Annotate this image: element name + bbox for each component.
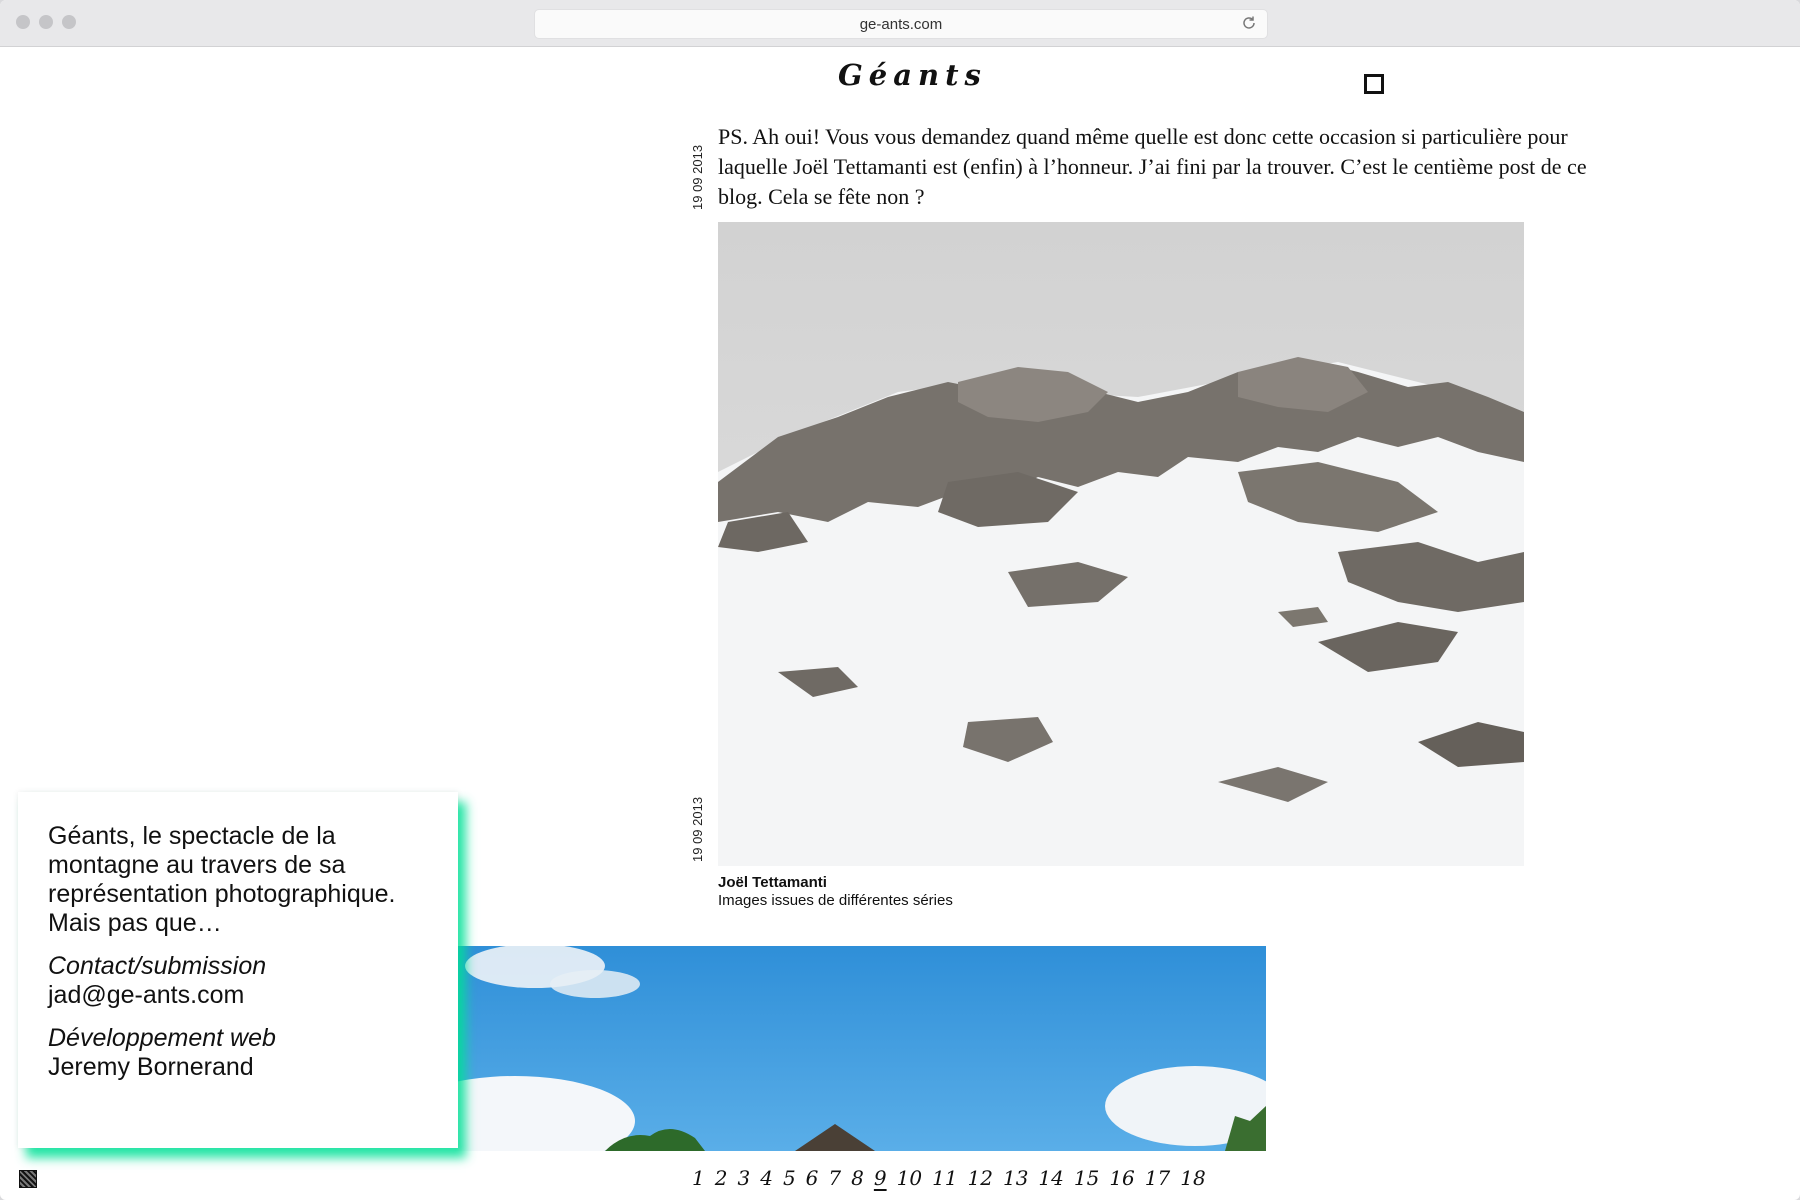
reload-icon[interactable] [1241,15,1257,31]
browser-toolbar: ge-ants.com [0,0,1800,47]
page-link-17[interactable]: 17 [1143,1166,1172,1190]
address-bar[interactable]: ge-ants.com [534,9,1268,39]
browser-window: ge-ants.com Géants 19 09 2013 PS. Ah oui… [0,0,1800,1200]
dev-block: Développement web Jeremy Bornerand [48,1024,428,1082]
page-link-4[interactable]: 4 [758,1166,775,1190]
page-link-3[interactable]: 3 [735,1166,752,1190]
dev-label: Développement web [48,1024,276,1052]
page-link-10[interactable]: 10 [895,1166,924,1190]
page-link-15[interactable]: 15 [1072,1166,1101,1190]
page-link-14[interactable]: 14 [1036,1166,1065,1190]
post-text: PS. Ah oui! Vous vous demandez quand mêm… [718,124,1587,209]
page-link-12[interactable]: 12 [966,1166,995,1190]
grid-view-icon[interactable] [19,1170,37,1188]
post-date: 19 09 2013 [690,144,705,210]
contact-label: Contact/submission [48,952,267,980]
view-toggle-icon[interactable] [1364,74,1384,94]
caption-text: Images issues de différentes séries [718,892,953,909]
page-link-11[interactable]: 11 [930,1166,959,1190]
caption-author: Joël Tettamanti [718,874,827,891]
photo-caption: Joël Tettamanti Images issues de différe… [718,874,953,910]
page-link-1[interactable]: 1 [690,1166,707,1190]
minimize-window-button[interactable] [39,15,53,29]
info-card: Géants, le spectacle de la montagne au t… [18,792,458,1148]
page-link-2[interactable]: 2 [713,1166,730,1190]
pagination: 1 2 3 4 5 6 7 8 9 10 11 12 13 14 15 16 17 18 [690,1166,1208,1190]
page-link-13[interactable]: 13 [1001,1166,1030,1190]
mountain-photo [718,222,1524,866]
page-link-18[interactable]: 18 [1178,1166,1207,1190]
page-link-16[interactable]: 16 [1107,1166,1136,1190]
contact-email-link[interactable]: jad@ge-ants.com [48,981,428,1010]
page-link-7[interactable]: 7 [826,1166,843,1190]
dev-name-link[interactable]: Jeremy Bornerand [48,1053,428,1082]
site-title[interactable]: Géants [838,58,987,92]
page-link-9[interactable]: 9 [872,1166,889,1190]
page-link-8[interactable]: 8 [849,1166,866,1190]
page-link-6[interactable]: 6 [804,1166,821,1190]
sky-photo [455,946,1266,1151]
zoom-window-button[interactable] [62,15,76,29]
url-text: ge-ants.com [859,15,943,33]
site-description: Géants, le spectacle de la montagne au t… [48,822,396,937]
photo-post-date: 19 09 2013 [690,796,705,862]
window-controls [16,15,76,29]
close-window-button[interactable] [16,15,30,29]
contact-block: Contact/submission jad@ge-ants.com [48,952,428,1010]
page-link-5[interactable]: 5 [781,1166,798,1190]
